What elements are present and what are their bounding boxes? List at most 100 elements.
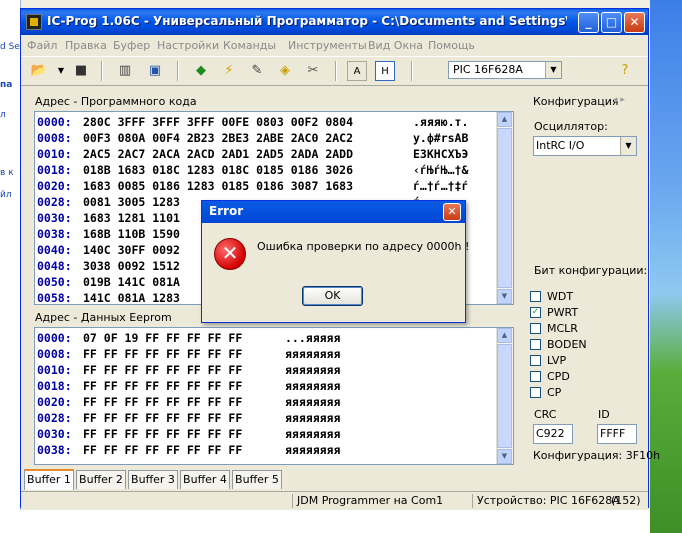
menu-bar: Файл Правка Буфер Настройки Команды Инст…: [21, 35, 648, 55]
tab-buffer-1[interactable]: Buffer 1: [24, 469, 74, 490]
device-select[interactable]: PIC 16F628A ▼: [448, 61, 562, 79]
row-hex-values[interactable]: 018B 1683 018C 1283 018C 0185 0186 3026: [83, 163, 353, 177]
row-address: 0058:: [37, 291, 72, 305]
background-fragment: в к: [0, 168, 14, 178]
checkbox-cpd[interactable]: [530, 371, 541, 382]
row-ascii: ѓ…†ѓ…†‡ѓ: [413, 179, 469, 193]
dialog-title-bar[interactable]: Error ✕: [202, 201, 465, 223]
oscillator-label: Осциллятор:: [534, 120, 608, 133]
row-hex-values[interactable]: 07 0F 19 FF FF FF FF FF: [83, 331, 242, 345]
toolbar-separator: [335, 61, 337, 81]
checkbox-mclr[interactable]: [530, 323, 541, 334]
chevron-down-icon[interactable]: ▼: [620, 137, 636, 155]
checkbox-lvp[interactable]: [530, 355, 541, 366]
panel-nav-icon[interactable]: ◂ ▸: [613, 95, 625, 105]
row-ascii: яяяяяяяя: [285, 363, 341, 377]
row-hex-values[interactable]: 2AC5 2AC7 2ACA 2ACD 2AD1 2AD5 2ADA 2ADD: [83, 147, 353, 161]
row-address: 0038:: [37, 443, 72, 457]
background-fragment: d Se: [0, 42, 20, 52]
minimize-button[interactable]: _: [578, 12, 599, 33]
checkbox-cp[interactable]: [530, 387, 541, 398]
close-button[interactable]: ✕: [624, 12, 645, 33]
dialog-close-button[interactable]: ✕: [443, 203, 461, 221]
ok-button[interactable]: OK: [302, 286, 363, 306]
code-scrollbar[interactable]: ▲ ▼: [496, 112, 513, 304]
toolbar-separator: [177, 61, 179, 81]
row-hex-values[interactable]: FF FF FF FF FF FF FF FF: [83, 443, 242, 457]
row-hex-values[interactable]: 280C 3FFF 3FFF 3FFF 00FE 0803 00F2 0804: [83, 115, 353, 129]
scroll-down-icon[interactable]: ▼: [497, 289, 512, 304]
crc-field[interactable]: C922: [533, 424, 573, 444]
row-address: 0018:: [37, 379, 72, 393]
row-hex-values[interactable]: 3038 0092 1512: [83, 259, 180, 273]
row-ascii: ЕЗКНСХЪЭ: [413, 147, 469, 161]
title-bar[interactable]: IC-Prog 1.06C - Универсальный Программат…: [21, 9, 648, 35]
menu-window[interactable]: Вид Окна: [368, 39, 423, 52]
menu-help[interactable]: Помощь: [428, 39, 475, 52]
tab-buffer-5[interactable]: Buffer 5: [232, 470, 282, 489]
row-hex-values[interactable]: FF FF FF FF FF FF FF FF: [83, 395, 242, 409]
scroll-up-icon[interactable]: ▲: [497, 328, 512, 343]
view-hex-icon[interactable]: A: [347, 61, 367, 81]
scroll-down-icon[interactable]: ▼: [497, 449, 512, 464]
row-hex-values[interactable]: 00F3 080A 00F4 2B23 2BE3 2ABE 2AC0 2AC2: [83, 131, 353, 145]
menu-edit[interactable]: Правка: [65, 39, 107, 52]
open-icon[interactable]: 📂: [29, 61, 49, 81]
oscillator-value: IntRC I/O: [536, 139, 585, 152]
toolbar-separator: [101, 61, 103, 81]
view-asm-icon[interactable]: H: [375, 61, 395, 81]
row-address: 0008:: [37, 131, 72, 145]
config-word: Конфигурация: 3F10h: [533, 449, 661, 462]
row-hex-values[interactable]: FF FF FF FF FF FF FF FF: [83, 427, 242, 441]
erase-icon[interactable]: ✎: [247, 61, 267, 81]
menu-settings[interactable]: Настройки: [157, 39, 219, 52]
menu-tools[interactable]: Инструменты: [288, 39, 367, 52]
help-icon[interactable]: ?: [615, 61, 635, 81]
scroll-up-icon[interactable]: ▲: [497, 112, 512, 127]
checkbox-boden[interactable]: [530, 339, 541, 350]
compare-icon[interactable]: ✂: [303, 61, 323, 81]
background-fragment: йл: [0, 190, 12, 200]
row-hex-values[interactable]: FF FF FF FF FF FF FF FF: [83, 379, 242, 393]
tab-buffer-4[interactable]: Buffer 4: [180, 470, 230, 489]
menu-file[interactable]: Файл: [27, 39, 57, 52]
eeprom-scrollbar[interactable]: ▲ ▼: [496, 328, 513, 464]
checkbox-pwrt[interactable]: ✓: [530, 307, 541, 318]
row-hex-values[interactable]: 141C 081A 1283: [83, 291, 180, 304]
eeprom-hex-view[interactable]: 0000: 07 0F 19 FF FF FF FF FF ...яяяяя 0008…: [34, 327, 514, 465]
row-hex-values[interactable]: 1683 0085 0186 1283 0185 0186 3087 1683: [83, 179, 353, 193]
checkbox-label: MCLR: [547, 322, 578, 335]
row-hex-values[interactable]: FF FF FF FF FF FF FF FF: [83, 411, 242, 425]
row-hex-values[interactable]: 1683 1281 1101: [83, 211, 180, 225]
row-hex-values[interactable]: FF FF FF FF FF FF FF FF: [83, 363, 242, 377]
menu-buffer[interactable]: Буфер: [113, 39, 150, 52]
row-hex-values[interactable]: 140C 30FF 0092: [83, 243, 180, 257]
row-ascii: .яяяю.т.: [413, 115, 469, 129]
chip-icon[interactable]: ▥: [115, 61, 135, 81]
row-address: 0028:: [37, 195, 72, 209]
chevron-down-icon[interactable]: ▼: [545, 62, 561, 78]
verify-icon[interactable]: ◈: [275, 61, 295, 81]
row-address: 0030:: [37, 211, 72, 225]
toolbar-separator: [411, 61, 413, 81]
checkbox-wdt[interactable]: [530, 291, 541, 302]
tab-buffer-2[interactable]: Buffer 2: [76, 470, 126, 489]
menu-commands[interactable]: Команды: [223, 39, 276, 52]
row-hex-values[interactable]: 168B 110B 1590: [83, 227, 180, 241]
row-address: 0020:: [37, 395, 72, 409]
row-address: 0000:: [37, 331, 72, 345]
open-dropdown-icon[interactable]: ▼: [51, 61, 71, 81]
row-hex-values[interactable]: 0081 3005 1283: [83, 195, 180, 209]
maximize-button[interactable]: □: [601, 12, 622, 33]
id-field[interactable]: FFFF: [597, 424, 637, 444]
tab-buffer-3[interactable]: Buffer 3: [128, 470, 178, 489]
oscillator-select[interactable]: IntRC I/O ▼: [533, 136, 637, 156]
settings-icon[interactable]: ▣: [145, 61, 165, 81]
scroll-thumb[interactable]: [497, 128, 512, 288]
program-icon[interactable]: ⚡: [219, 61, 239, 81]
row-hex-values[interactable]: FF FF FF FF FF FF FF FF: [83, 347, 242, 361]
save-icon[interactable]: ■: [71, 61, 91, 81]
read-icon[interactable]: ◆: [191, 61, 211, 81]
row-hex-values[interactable]: 019B 141C 081A: [83, 275, 180, 289]
scroll-thumb[interactable]: [497, 344, 512, 448]
